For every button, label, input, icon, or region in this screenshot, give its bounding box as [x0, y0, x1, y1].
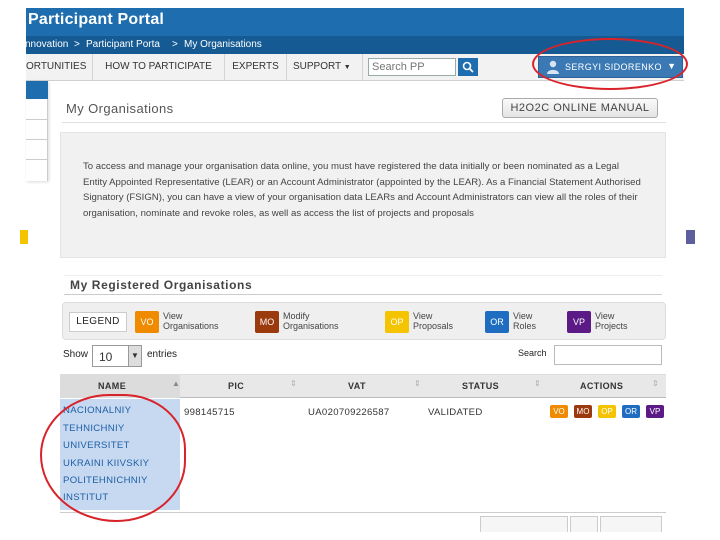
page-size-value: 10 [99, 350, 113, 364]
pic-cell: 998145715 [184, 407, 235, 418]
search-input[interactable] [368, 58, 456, 76]
column-header-vat[interactable]: VAT [348, 381, 366, 391]
chevron-down-icon: ▼ [128, 346, 141, 366]
legend-label: LEGEND [69, 312, 127, 332]
action-mo-button[interactable]: MO [574, 405, 592, 418]
status-cell: VALIDATED [428, 407, 483, 418]
table-header: NAME ▲ PIC ⇕ VAT ⇕ STATUS ⇕ ACTIONS ⇕ [60, 374, 666, 398]
breadcrumb-separator: > [172, 39, 178, 50]
action-vo-button[interactable]: VO [550, 405, 568, 418]
action-or-button[interactable]: OR [622, 405, 640, 418]
left-margin [0, 0, 26, 540]
info-box: To access and manage your organisation d… [60, 132, 666, 258]
legend: LEGEND VO View Organisations MO Modify O… [62, 302, 666, 340]
column-header-pic[interactable]: PIC [228, 381, 244, 391]
action-vp-button[interactable]: VP [646, 405, 664, 418]
vat-cell: UA020709226587 [308, 407, 390, 418]
legend-badge-vo: VO [135, 311, 159, 333]
side-menu-divider [26, 139, 48, 140]
legend-text-view-organisations: View Organisations [163, 311, 219, 331]
sort-icon[interactable]: ⇕ [652, 379, 659, 388]
breadcrumb-item-innovation[interactable]: nnovation [25, 39, 68, 50]
portal-header: Participant Portal [26, 8, 684, 36]
show-label: Show [63, 349, 89, 360]
divider [62, 122, 666, 123]
column-header-actions: ACTIONS [580, 381, 624, 391]
breadcrumb-item-participant-portal[interactable]: Participant Porta [86, 39, 160, 50]
pagination-page[interactable] [570, 516, 598, 532]
page-title: My Organisations [66, 101, 174, 116]
sort-asc-icon[interactable]: ▲ [172, 379, 180, 388]
sort-icon[interactable]: ⇕ [290, 379, 297, 388]
column-header-status[interactable]: STATUS [462, 381, 499, 391]
pagination-next[interactable] [600, 516, 662, 532]
legend-text-view-projects: View Projects [595, 311, 628, 331]
info-text: To access and manage your organisation d… [83, 161, 641, 219]
nav-item-experts[interactable]: EXPERTS [225, 54, 287, 80]
side-menu [26, 81, 48, 181]
table-search-label: Search [518, 348, 547, 358]
sort-icon[interactable]: ⇕ [414, 379, 421, 388]
annotation-circle-user [532, 38, 688, 90]
legend-badge-mo: MO [255, 311, 279, 333]
pagination-previous[interactable] [480, 516, 568, 532]
legend-badge-op: OP [385, 311, 409, 333]
side-menu-item-active[interactable] [26, 81, 48, 99]
breadcrumb-separator: > [74, 39, 80, 50]
nav-item-support[interactable]: SUPPORT ▼ [287, 54, 363, 80]
portal-title: Participant Portal [28, 11, 165, 28]
entries-label: entries [147, 349, 178, 360]
table-search-input[interactable] [554, 345, 662, 365]
page-size-select[interactable]: 10 ▼ [92, 345, 142, 367]
slide-marker-yellow [20, 230, 28, 244]
nav-item-opportunities[interactable]: ORTUNITIES [20, 54, 93, 80]
slide-marker-purple [686, 230, 695, 244]
action-op-button[interactable]: OP [598, 405, 616, 418]
column-header-name[interactable]: NAME [98, 381, 126, 391]
breadcrumb-item-my-organisations: My Organisations [184, 39, 262, 50]
side-menu-divider [26, 159, 48, 160]
search-button[interactable] [458, 58, 478, 76]
nav-item-how-to-participate[interactable]: HOW TO PARTICIPATE [93, 54, 225, 80]
section-title: My Registered Organisations [64, 275, 662, 295]
online-manual-button[interactable]: H2O2C ONLINE MANUAL [502, 98, 658, 118]
side-menu-divider [26, 119, 48, 120]
sort-icon[interactable]: ⇕ [534, 379, 541, 388]
search-icon [462, 61, 474, 73]
nav-item-support-label: SUPPORT [293, 61, 341, 72]
legend-text-view-proposals: View Proposals [413, 311, 454, 331]
legend-badge-vp: VP [567, 311, 591, 333]
legend-text-view-roles: View Roles [513, 311, 537, 331]
chevron-down-icon: ▼ [343, 64, 351, 71]
legend-text-modify-organisations: Modify Organisations [283, 311, 339, 331]
legend-badge-or: OR [485, 311, 509, 333]
